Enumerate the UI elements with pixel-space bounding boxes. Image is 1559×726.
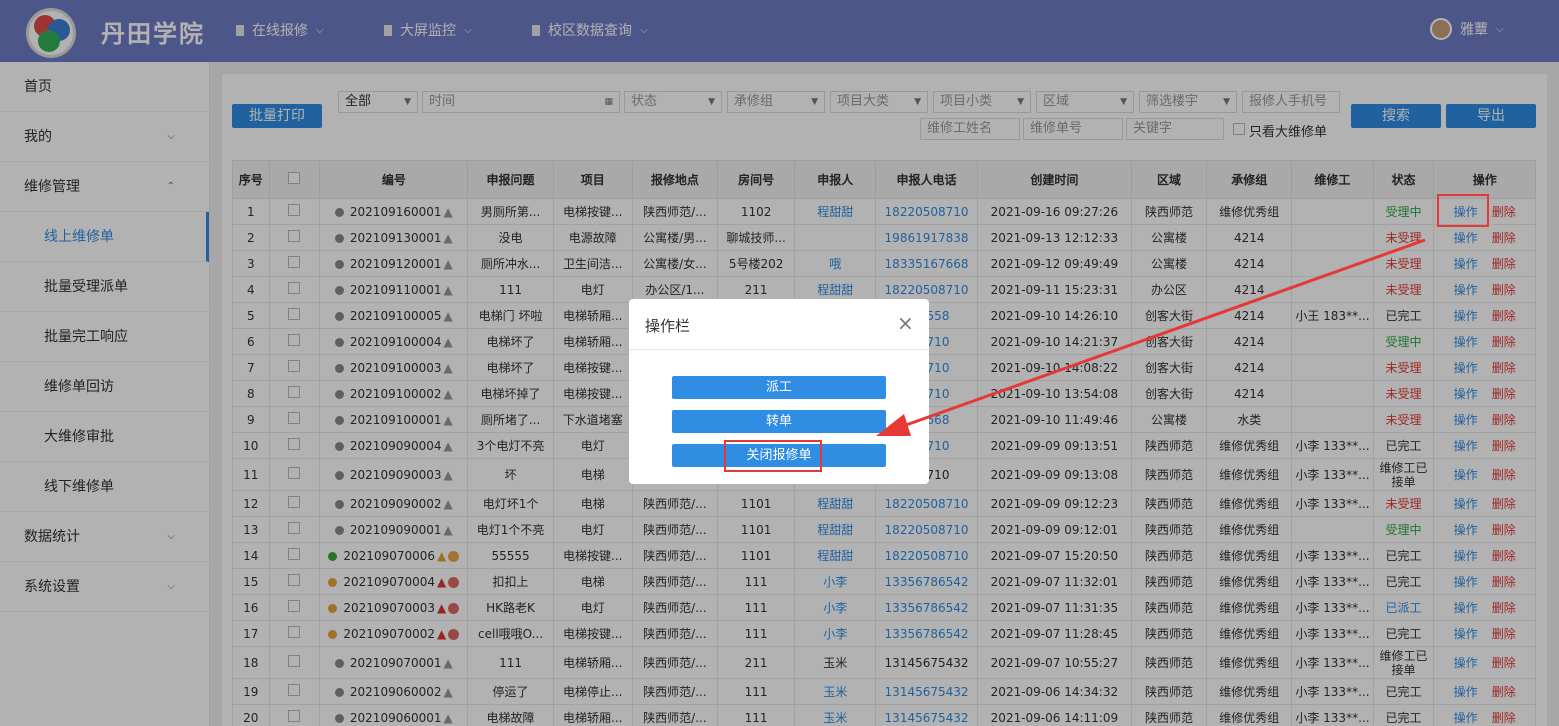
annotation-arrow: [876, 238, 1426, 436]
arrow-line: [891, 238, 1426, 432]
arrow-head: [876, 414, 911, 436]
